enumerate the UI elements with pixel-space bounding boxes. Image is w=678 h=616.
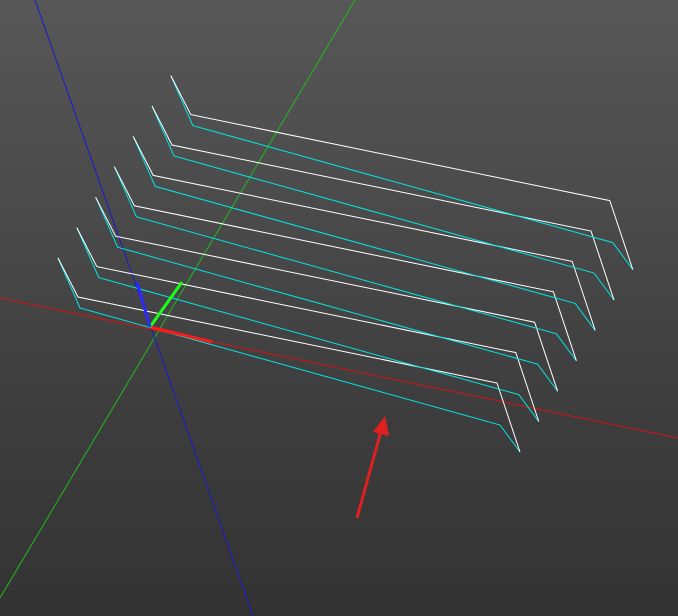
toolpath-white-segment (113, 166, 577, 361)
toolpath-layer (76, 227, 540, 422)
toolpath-white-segment (95, 196, 559, 392)
toolpath-layer (170, 75, 634, 270)
toolpath-cyan-segment (132, 136, 596, 331)
toolpath-layer (132, 136, 596, 331)
toolpath-white-segment (132, 136, 596, 331)
toolpath-white-segment (57, 257, 521, 453)
x-axis-line (0, 297, 678, 439)
scene-canvas[interactable] (0, 0, 678, 616)
toolpath-layer (57, 257, 521, 453)
toolpath-white-segment (170, 75, 634, 270)
toolpath-cyan-segment (95, 196, 559, 392)
3d-viewport[interactable] (0, 0, 678, 616)
origin-z-arrow (135, 281, 152, 328)
toolpath-white-segment (76, 227, 540, 422)
toolpath-cyan-segment (170, 75, 634, 270)
origin-y-arrow (148, 281, 184, 328)
toolpath-cyan-segment (76, 227, 540, 422)
annotation-arrow (355, 416, 389, 519)
annotation-arrow-shaft (355, 430, 383, 519)
toolpath-layers (57, 75, 634, 453)
toolpath-layer (113, 166, 577, 362)
annotation-arrow-head (373, 416, 389, 436)
toolpath-cyan-segment (151, 105, 615, 301)
toolpath-white-segment (151, 105, 615, 301)
origin-x-arrow (149, 325, 213, 344)
toolpath-cyan-segment (113, 166, 577, 362)
toolpath-layer (151, 105, 615, 301)
toolpath-layer (95, 196, 559, 392)
toolpath-cyan-segment (57, 257, 521, 453)
